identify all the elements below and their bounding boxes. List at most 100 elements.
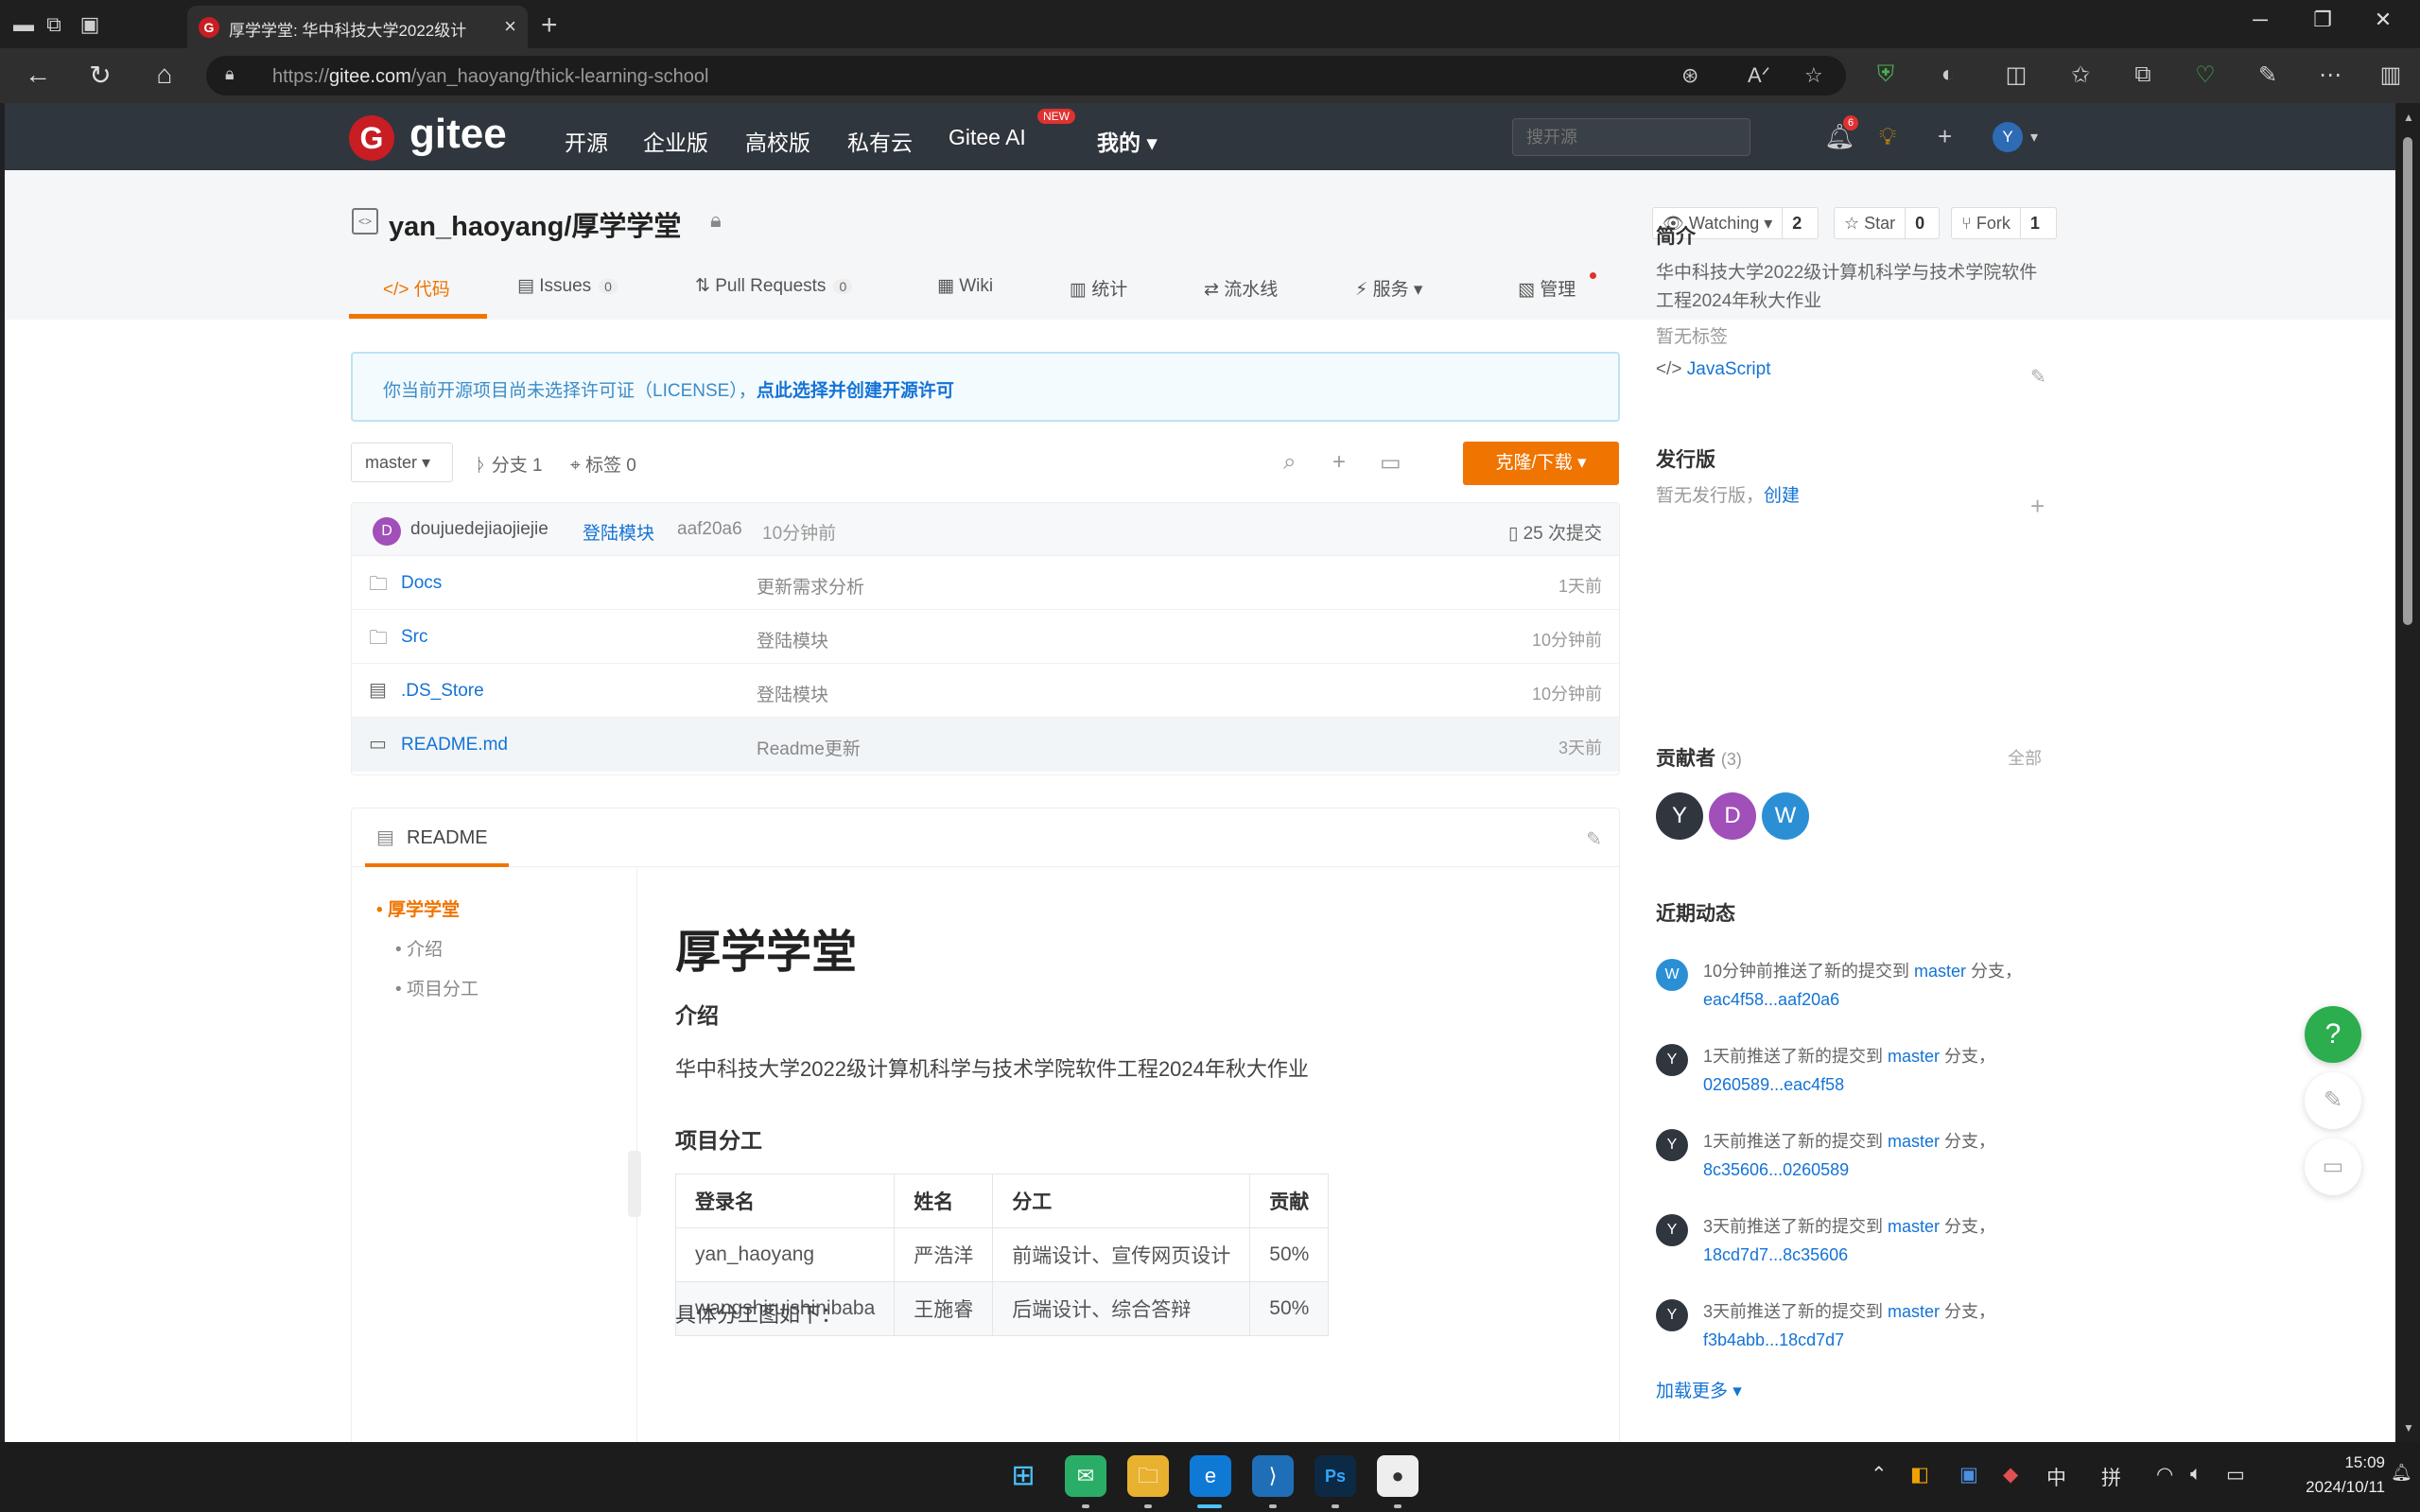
activity-avatar[interactable]: Y bbox=[1656, 1129, 1688, 1161]
clock-date[interactable]: 2024/10/11 bbox=[2272, 1478, 2385, 1497]
file-row[interactable]: ▤ .DS_Store 登陆模块 10分钟前 bbox=[352, 664, 1619, 718]
file-commit-message[interactable]: 更新需求分析 bbox=[757, 573, 864, 599]
activity-avatar[interactable]: Y bbox=[1656, 1214, 1688, 1246]
close-tab-icon[interactable]: × bbox=[504, 14, 516, 39]
file-commit-message[interactable]: 登陆模块 bbox=[757, 627, 828, 652]
collections-icon[interactable]: ⧉ bbox=[2128, 61, 2158, 88]
contributor-avatar[interactable]: Y bbox=[1656, 792, 1703, 840]
commit-author[interactable]: doujuedejiaojiejie bbox=[410, 519, 548, 540]
watch-count[interactable]: 2 bbox=[1783, 214, 1811, 234]
favorites-icon[interactable]: ✩ bbox=[2065, 61, 2096, 89]
tab-wiki[interactable]: ▦ Wiki bbox=[937, 275, 993, 297]
star-button[interactable]: ☆ Star 0 bbox=[1834, 207, 1940, 239]
gitee-logo-text[interactable]: gitee bbox=[409, 111, 507, 158]
restore-icon[interactable]: ❐ bbox=[2304, 8, 2342, 32]
vscode-icon[interactable]: ⟩ bbox=[1252, 1455, 1294, 1497]
close-window-icon[interactable]: ✕ bbox=[2364, 8, 2402, 32]
add-tag-icon[interactable]: + bbox=[2030, 492, 2045, 521]
feedback-icon[interactable]: ✎ bbox=[2305, 1072, 2361, 1129]
commit-author-avatar[interactable]: D bbox=[373, 517, 401, 546]
minimize-icon[interactable]: ─ bbox=[2241, 8, 2279, 32]
web-ide-icon[interactable]: ▭ bbox=[1380, 449, 1402, 477]
star-count[interactable]: 0 bbox=[1906, 214, 1934, 234]
start-icon[interactable]: ⊞ bbox=[1002, 1455, 1044, 1497]
edge-icon[interactable]: e bbox=[1190, 1455, 1231, 1497]
file-row[interactable]: 🗀︎ Src 登陆模块 10分钟前 bbox=[352, 610, 1619, 664]
file-commit-message[interactable]: 登陆模块 bbox=[757, 681, 828, 706]
help-button[interactable]: ? bbox=[2305, 1006, 2361, 1063]
workspaces-icon[interactable]: ⧉ bbox=[40, 10, 68, 39]
tab-actions-icon[interactable]: ▣ bbox=[76, 10, 104, 39]
activity-branch-link[interactable]: master bbox=[1888, 1132, 1940, 1151]
profile-icon[interactable]: ▬ bbox=[9, 10, 38, 39]
file-name[interactable]: Docs bbox=[401, 573, 442, 594]
nav-open-source[interactable]: 开源 bbox=[565, 125, 608, 157]
toc-item[interactable]: • 介绍 bbox=[395, 935, 443, 961]
readme-tab[interactable]: README bbox=[407, 827, 488, 849]
edit-intro-icon[interactable]: ✎ bbox=[2030, 365, 2046, 389]
wechat-icon[interactable]: ✉ bbox=[1065, 1455, 1106, 1497]
commit-hash[interactable]: aaf20a6 bbox=[677, 519, 742, 540]
battery-icon[interactable]: ▭ bbox=[2226, 1463, 2245, 1486]
edit-readme-icon[interactable]: ✎ bbox=[1586, 827, 1602, 851]
top-search-box[interactable] bbox=[1512, 118, 1750, 156]
branches-link[interactable]: ᚦ 分支 1 bbox=[476, 451, 543, 477]
activity-branch-link[interactable]: master bbox=[1888, 1302, 1940, 1321]
activity-commit-link[interactable]: 18cd7d7...8c35606 bbox=[1703, 1245, 1848, 1264]
page-scrollbar[interactable]: ▲ ▼ bbox=[2395, 103, 2420, 1442]
top-search-input[interactable] bbox=[1513, 119, 1750, 155]
nav-gitee-ai[interactable]: Gitee AI bbox=[949, 125, 1026, 150]
shield-extension-icon[interactable]: ⛨ bbox=[1871, 61, 1901, 88]
user-avatar[interactable]: Y bbox=[1993, 122, 2023, 152]
tab-issues[interactable]: ▤ Issues 0 bbox=[517, 275, 618, 297]
nav-education[interactable]: 高校版 bbox=[745, 125, 810, 157]
activity-avatar[interactable]: Y bbox=[1656, 1044, 1688, 1076]
nav-enterprise[interactable]: 企业版 bbox=[643, 125, 708, 157]
copilot-icon[interactable]: ✎ bbox=[2253, 61, 2283, 89]
file-row[interactable]: 🗀︎ Docs 更新需求分析 1天前 bbox=[352, 556, 1619, 610]
activity-commit-link[interactable]: 8c35606...0260589 bbox=[1703, 1160, 1849, 1179]
add-file-icon[interactable]: + bbox=[1332, 449, 1346, 476]
notification-bell-icon[interactable]: 🔔︎ bbox=[2391, 1463, 2412, 1483]
avatar-caret-icon[interactable]: ▾ bbox=[2030, 128, 2038, 147]
chat-app-icon[interactable]: ● bbox=[1377, 1455, 1419, 1497]
back-icon[interactable]: ← bbox=[21, 60, 55, 90]
file-commit-message[interactable]: Readme更新 bbox=[757, 735, 861, 760]
activity-branch-link[interactable]: master bbox=[1888, 1217, 1940, 1236]
translate-icon[interactable]: ⊛ bbox=[1681, 63, 1698, 88]
scroll-up-icon[interactable]: ▲ bbox=[2403, 111, 2414, 124]
toc-collapse-handle[interactable] bbox=[628, 1151, 641, 1217]
ime-pinyin-indicator[interactable]: 拼 bbox=[2101, 1463, 2121, 1491]
contributor-avatar[interactable]: W bbox=[1762, 792, 1809, 840]
activity-commit-link[interactable]: 0260589...eac4f58 bbox=[1703, 1075, 1844, 1094]
lightbulb-icon[interactable]: 💡︎ bbox=[1879, 122, 1896, 152]
nav-private-cloud[interactable]: 私有云 bbox=[847, 125, 913, 157]
commit-message[interactable]: 登陆模块 bbox=[583, 519, 654, 545]
tab-services[interactable]: ⚡︎ 服务 ▾ bbox=[1355, 275, 1422, 301]
file-name[interactable]: Src bbox=[401, 627, 428, 648]
language-link[interactable]: </> JavaScript bbox=[1656, 356, 1770, 384]
file-row[interactable]: ▭ README.md Readme更新 3天前 bbox=[352, 718, 1619, 772]
load-more-link[interactable]: 加载更多 ▾ bbox=[1656, 1377, 1742, 1402]
file-name[interactable]: .DS_Store bbox=[401, 681, 484, 702]
tray-app-icon[interactable]: ◧ bbox=[1910, 1463, 1929, 1486]
file-name[interactable]: README.md bbox=[401, 735, 508, 756]
tray-app-icon-3[interactable]: ◆ bbox=[2003, 1463, 2018, 1486]
browser-tab-active[interactable]: G 厚学学堂: 华中科技大学2022级计 × bbox=[187, 6, 528, 48]
volume-icon[interactable]: 🔈︎ bbox=[2190, 1463, 2202, 1486]
activity-avatar[interactable]: Y bbox=[1656, 1299, 1688, 1331]
split-screen-icon[interactable]: ◫ bbox=[2001, 61, 2031, 89]
repo-name[interactable]: yan_haoyang/厚学学堂 bbox=[389, 204, 681, 244]
branch-select[interactable]: master ▾ bbox=[351, 443, 453, 482]
home-icon[interactable]: ⌂ bbox=[148, 60, 182, 90]
activity-branch-link[interactable]: master bbox=[1888, 1047, 1940, 1066]
new-tab-icon[interactable]: + bbox=[541, 9, 558, 42]
plus-icon[interactable]: + bbox=[1938, 122, 1952, 151]
gitee-logo-icon[interactable]: G bbox=[349, 115, 394, 161]
tab-pull-requests[interactable]: ⇅ Pull Requests 0 bbox=[695, 275, 853, 297]
tray-overflow-icon[interactable]: ⌃ bbox=[1871, 1463, 1888, 1486]
favorite-star-icon[interactable]: ☆ bbox=[1804, 63, 1823, 88]
toc-item[interactable]: • 项目分工 bbox=[395, 975, 479, 1000]
tab-manage[interactable]: ▧ 管理 bbox=[1518, 275, 1576, 301]
tray-app-icon-2[interactable]: ▣ bbox=[1959, 1463, 1978, 1486]
